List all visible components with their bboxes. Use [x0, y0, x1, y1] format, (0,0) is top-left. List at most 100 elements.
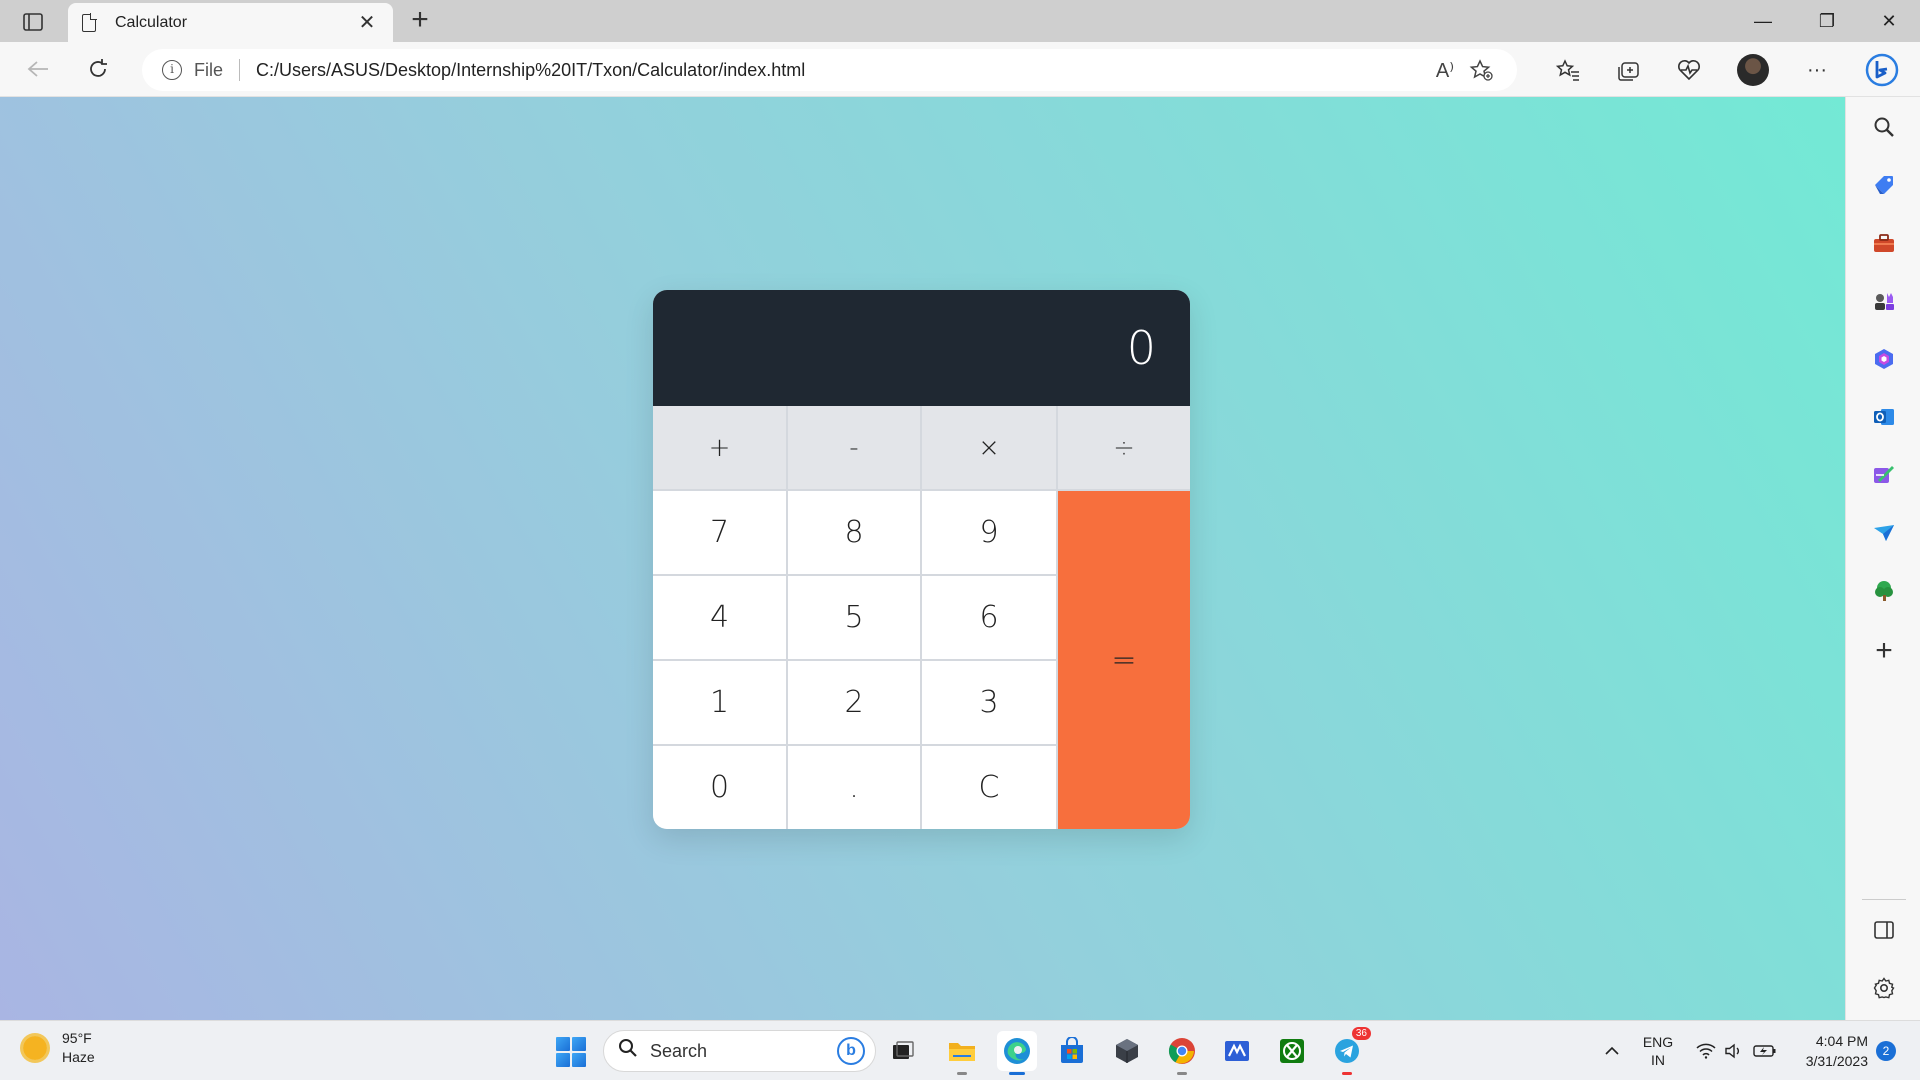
- file-explorer-button[interactable]: [942, 1031, 982, 1075]
- taskbar-search[interactable]: Search b: [603, 1030, 876, 1072]
- key-decimal[interactable]: .: [788, 746, 920, 829]
- sidebar-games-icon[interactable]: [1862, 279, 1906, 323]
- favorites-icon[interactable]: [1550, 52, 1586, 88]
- chrome-icon: [1168, 1038, 1195, 1064]
- start-logo-tile: [572, 1053, 586, 1067]
- back-button[interactable]: [19, 50, 57, 88]
- input-language[interactable]: ENG IN: [1636, 1021, 1680, 1080]
- minimize-button[interactable]: —: [1732, 0, 1794, 42]
- restore-button[interactable]: ❐: [1796, 0, 1858, 42]
- key-8[interactable]: 8: [788, 491, 920, 574]
- new-tab-button[interactable]: +: [404, 5, 436, 37]
- tab-close-icon[interactable]: ✕: [355, 10, 379, 35]
- calculator: 0 + - × ÷ 7 8 9 4 5 6 1 2 3 0 . C =: [653, 290, 1190, 829]
- running-indicator: [1177, 1072, 1187, 1075]
- sidebar-settings-icon[interactable]: [1862, 966, 1906, 1010]
- show-hidden-icons-chevron[interactable]: [1600, 1021, 1624, 1080]
- key-6[interactable]: 6: [922, 576, 1056, 659]
- sidebar-office-icon[interactable]: [1862, 337, 1906, 381]
- address-url[interactable]: C:/Users/ASUS/Desktop/Internship%20IT/Tx…: [256, 60, 1427, 81]
- telegram-button[interactable]: 36: [1327, 1027, 1371, 1075]
- browser-essentials-icon[interactable]: [1671, 52, 1707, 88]
- xbox-button[interactable]: [1272, 1031, 1312, 1071]
- language-region: IN: [1651, 1052, 1665, 1068]
- weather-description: Haze: [62, 1049, 95, 1065]
- key-9[interactable]: 9: [922, 491, 1056, 574]
- bing-copilot-button[interactable]: [1860, 48, 1904, 92]
- tab-actions-button[interactable]: [12, 6, 54, 38]
- key-0[interactable]: 0: [653, 746, 786, 829]
- folder-icon: [949, 1043, 975, 1061]
- unity-icon: [1116, 1039, 1138, 1063]
- sidebar-search-icon[interactable]: [1862, 105, 1906, 149]
- refresh-button[interactable]: [79, 50, 117, 88]
- profile-avatar[interactable]: [1737, 54, 1769, 86]
- calculator-display: 0: [653, 290, 1190, 406]
- refresh-icon: [90, 59, 107, 77]
- sidebar-send-icon[interactable]: [1862, 511, 1906, 555]
- key-5[interactable]: 5: [788, 576, 920, 659]
- system-clock[interactable]: 4:04 PM 3/31/2023: [1790, 1031, 1868, 1071]
- sidebar-divider: [1862, 899, 1906, 900]
- sidebar-designer-icon[interactable]: [1862, 453, 1906, 497]
- running-indicator: [957, 1072, 967, 1075]
- search-icon: [618, 1038, 638, 1064]
- key-7[interactable]: 7: [653, 491, 786, 574]
- weather-widget[interactable]: 95°F Haze: [20, 1029, 95, 1067]
- page-content: 0 + - × ÷ 7 8 9 4 5 6 1 2 3 0 . C =: [0, 97, 1845, 1020]
- key-clear[interactable]: C: [922, 746, 1056, 829]
- visual-studio-button[interactable]: [1217, 1031, 1257, 1071]
- site-info-icon[interactable]: i: [162, 60, 182, 80]
- task-view-button[interactable]: [884, 1031, 924, 1071]
- key-divide[interactable]: ÷: [1058, 406, 1190, 489]
- key-equals[interactable]: =: [1058, 491, 1190, 829]
- bing-search-icon: b: [837, 1037, 865, 1065]
- telegram-unread-badge: 36: [1351, 1027, 1371, 1040]
- clock-date: 3/31/2023: [1805, 1053, 1868, 1069]
- browser-tab-strip: Calculator ✕ + — ❐ ✕: [0, 0, 1920, 42]
- close-window-button[interactable]: ✕: [1858, 0, 1920, 42]
- read-aloud-icon[interactable]: A⁾: [1427, 52, 1463, 88]
- tab-title: Calculator: [115, 13, 188, 31]
- language-code: ENG: [1642, 1034, 1674, 1050]
- add-favorite-icon[interactable]: [1463, 52, 1499, 88]
- key-1[interactable]: 1: [653, 661, 786, 744]
- chrome-button[interactable]: [1162, 1031, 1202, 1075]
- start-logo-tile: [572, 1037, 586, 1051]
- edge-button[interactable]: [997, 1031, 1037, 1075]
- key-multiply[interactable]: ×: [922, 406, 1056, 489]
- wifi-icon[interactable]: [1694, 1021, 1718, 1080]
- sidebar-add-icon[interactable]: +: [1862, 629, 1906, 673]
- key-add[interactable]: +: [653, 406, 786, 489]
- sidebar-tree-icon[interactable]: [1862, 569, 1906, 613]
- sidebar-toolbox-icon[interactable]: [1862, 221, 1906, 265]
- notification-count-badge[interactable]: 2: [1876, 1041, 1896, 1061]
- haze-sun-icon: [20, 1033, 50, 1063]
- sidebar-toggle-icon[interactable]: [1862, 908, 1906, 952]
- key-3[interactable]: 3: [922, 661, 1056, 744]
- microsoft-store-button[interactable]: [1052, 1031, 1092, 1071]
- key-4[interactable]: 4: [653, 576, 786, 659]
- document-icon: [82, 12, 97, 32]
- running-indicator: [1342, 1072, 1352, 1075]
- xbox-icon: [1280, 1039, 1304, 1063]
- battery-icon[interactable]: [1750, 1021, 1780, 1080]
- start-button[interactable]: [556, 1037, 586, 1067]
- address-bar[interactable]: i File C:/Users/ASUS/Desktop/Internship%…: [142, 49, 1517, 91]
- start-logo-tile: [556, 1053, 570, 1067]
- task-view-icon: [893, 1041, 914, 1059]
- key-subtract[interactable]: -: [788, 406, 920, 489]
- sidebar-outlook-icon[interactable]: [1862, 395, 1906, 439]
- browser-tab-calculator[interactable]: Calculator ✕: [68, 3, 393, 42]
- collections-icon[interactable]: [1611, 52, 1647, 88]
- volume-icon[interactable]: [1722, 1021, 1746, 1080]
- key-2[interactable]: 2: [788, 661, 920, 744]
- tab-actions-icon: [23, 13, 43, 31]
- start-logo-tile: [556, 1037, 570, 1051]
- address-scheme: File: [194, 59, 224, 80]
- more-menu-button[interactable]: ···: [1799, 52, 1835, 88]
- sidebar-shopping-tag-icon[interactable]: [1862, 163, 1906, 207]
- unity-hub-button[interactable]: [1107, 1031, 1147, 1071]
- clock-time: 4:04 PM: [1815, 1033, 1868, 1049]
- edge-icon: [1004, 1038, 1030, 1064]
